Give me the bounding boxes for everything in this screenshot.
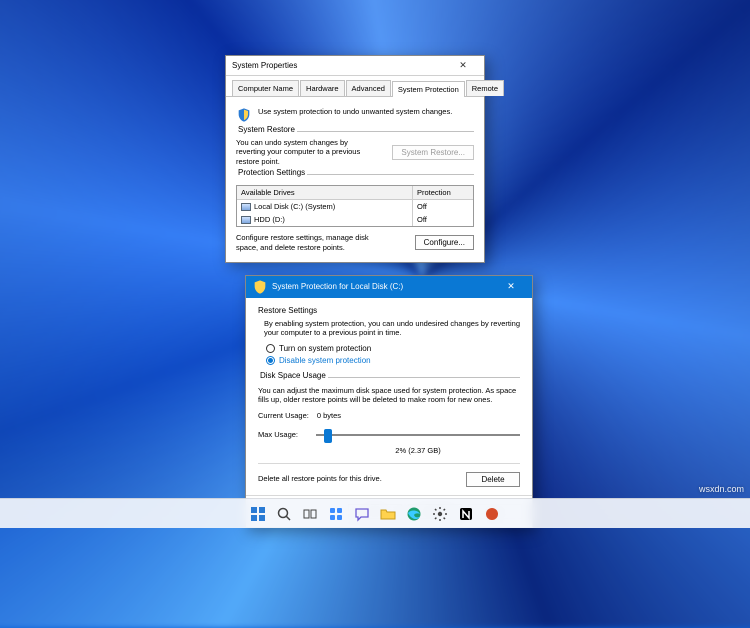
shield-icon (252, 280, 268, 294)
search-icon[interactable] (274, 504, 294, 524)
disk-icon (241, 203, 251, 211)
tab-system-protection[interactable]: System Protection (392, 81, 465, 97)
system-restore-button[interactable]: System Restore... (392, 145, 474, 160)
drive-list-header: Available Drives Protection (237, 186, 473, 200)
panel-description: Use system protection to undo unwanted s… (258, 107, 452, 123)
restore-description: You can undo system changes by reverting… (236, 138, 376, 166)
task-view-icon[interactable] (300, 504, 320, 524)
configure-description: Configure restore settings, manage disk … (236, 233, 386, 252)
drive-protection: Off (413, 213, 473, 226)
slider-thumb[interactable] (324, 429, 332, 443)
radio-disable-protection[interactable]: Disable system protection (266, 356, 520, 365)
shield-icon (236, 107, 252, 123)
current-usage-value: 0 bytes (317, 411, 341, 420)
dialog-title: System Protection for Local Disk (C:) (272, 282, 496, 291)
group-label: System Restore (236, 125, 297, 134)
widgets-icon[interactable] (326, 504, 346, 524)
group-label: Protection Settings (236, 168, 307, 177)
table-row[interactable]: HDD (D:) Off (237, 213, 473, 226)
app-icon[interactable] (482, 504, 502, 524)
configure-button[interactable]: Configure... (415, 235, 474, 250)
edge-browser-icon[interactable] (404, 504, 424, 524)
close-icon[interactable]: ✕ (496, 281, 526, 292)
drive-protection: Off (413, 200, 473, 213)
tab-computer-name[interactable]: Computer Name (232, 80, 299, 96)
disk-space-usage-group: Disk Space Usage You can adjust the maxi… (258, 377, 520, 487)
protection-settings-group: Protection Settings Available Drives Pro… (236, 174, 474, 252)
window-title: System Properties (232, 61, 448, 70)
drive-name: Local Disk (C:) (System) (254, 202, 335, 211)
radio-icon (266, 356, 275, 365)
drive-name: HDD (D:) (254, 215, 285, 224)
radio-turn-on-protection[interactable]: Turn on system protection (266, 344, 520, 353)
close-icon[interactable]: ✕ (448, 60, 478, 71)
tab-remote[interactable]: Remote (466, 80, 504, 96)
radio-label: Turn on system protection (279, 344, 371, 353)
system-properties-window: System Properties ✕ Computer Name Hardwa… (225, 55, 485, 263)
file-explorer-icon[interactable] (378, 504, 398, 524)
tab-advanced[interactable]: Advanced (346, 80, 391, 96)
usage-description: You can adjust the maximum disk space us… (258, 386, 520, 405)
current-usage-label: Current Usage: (258, 411, 309, 420)
system-properties-titlebar[interactable]: System Properties ✕ (226, 56, 484, 76)
tab-strip: Computer Name Hardware Advanced System P… (226, 76, 484, 97)
max-usage-slider[interactable] (316, 427, 520, 443)
tab-hardware[interactable]: Hardware (300, 80, 345, 96)
radio-label: Disable system protection (279, 356, 371, 365)
slider-value-text: 2% (2.37 GB) (316, 446, 520, 455)
restore-settings-description: By enabling system protection, you can u… (264, 319, 520, 338)
column-protection: Protection (413, 186, 473, 199)
delete-button[interactable]: Delete (466, 472, 520, 487)
system-protection-panel: Use system protection to undo unwanted s… (226, 97, 484, 262)
notion-icon[interactable] (456, 504, 476, 524)
drive-list[interactable]: Available Drives Protection Local Disk (… (236, 185, 474, 227)
system-protection-drive-dialog: System Protection for Local Disk (C:) ✕ … (245, 275, 533, 528)
slider-track (316, 434, 520, 436)
settings-icon[interactable] (430, 504, 450, 524)
restore-settings-label: Restore Settings (258, 306, 520, 315)
system-restore-group: System Restore You can undo system chang… (236, 131, 474, 166)
table-row[interactable]: Local Disk (C:) (System) Off (237, 200, 473, 213)
watermark-text: wsxdn.com (699, 484, 744, 494)
max-usage-label: Max Usage: (258, 430, 308, 439)
start-button[interactable] (248, 504, 268, 524)
taskbar[interactable] (0, 498, 750, 528)
group-label: Disk Space Usage (258, 371, 328, 380)
dialog-titlebar[interactable]: System Protection for Local Disk (C:) ✕ (246, 276, 532, 298)
chat-icon[interactable] (352, 504, 372, 524)
column-drives: Available Drives (237, 186, 413, 199)
radio-icon (266, 344, 275, 353)
dialog-body: Restore Settings By enabling system prot… (246, 298, 532, 495)
delete-description: Delete all restore points for this drive… (258, 474, 382, 483)
disk-icon (241, 216, 251, 224)
